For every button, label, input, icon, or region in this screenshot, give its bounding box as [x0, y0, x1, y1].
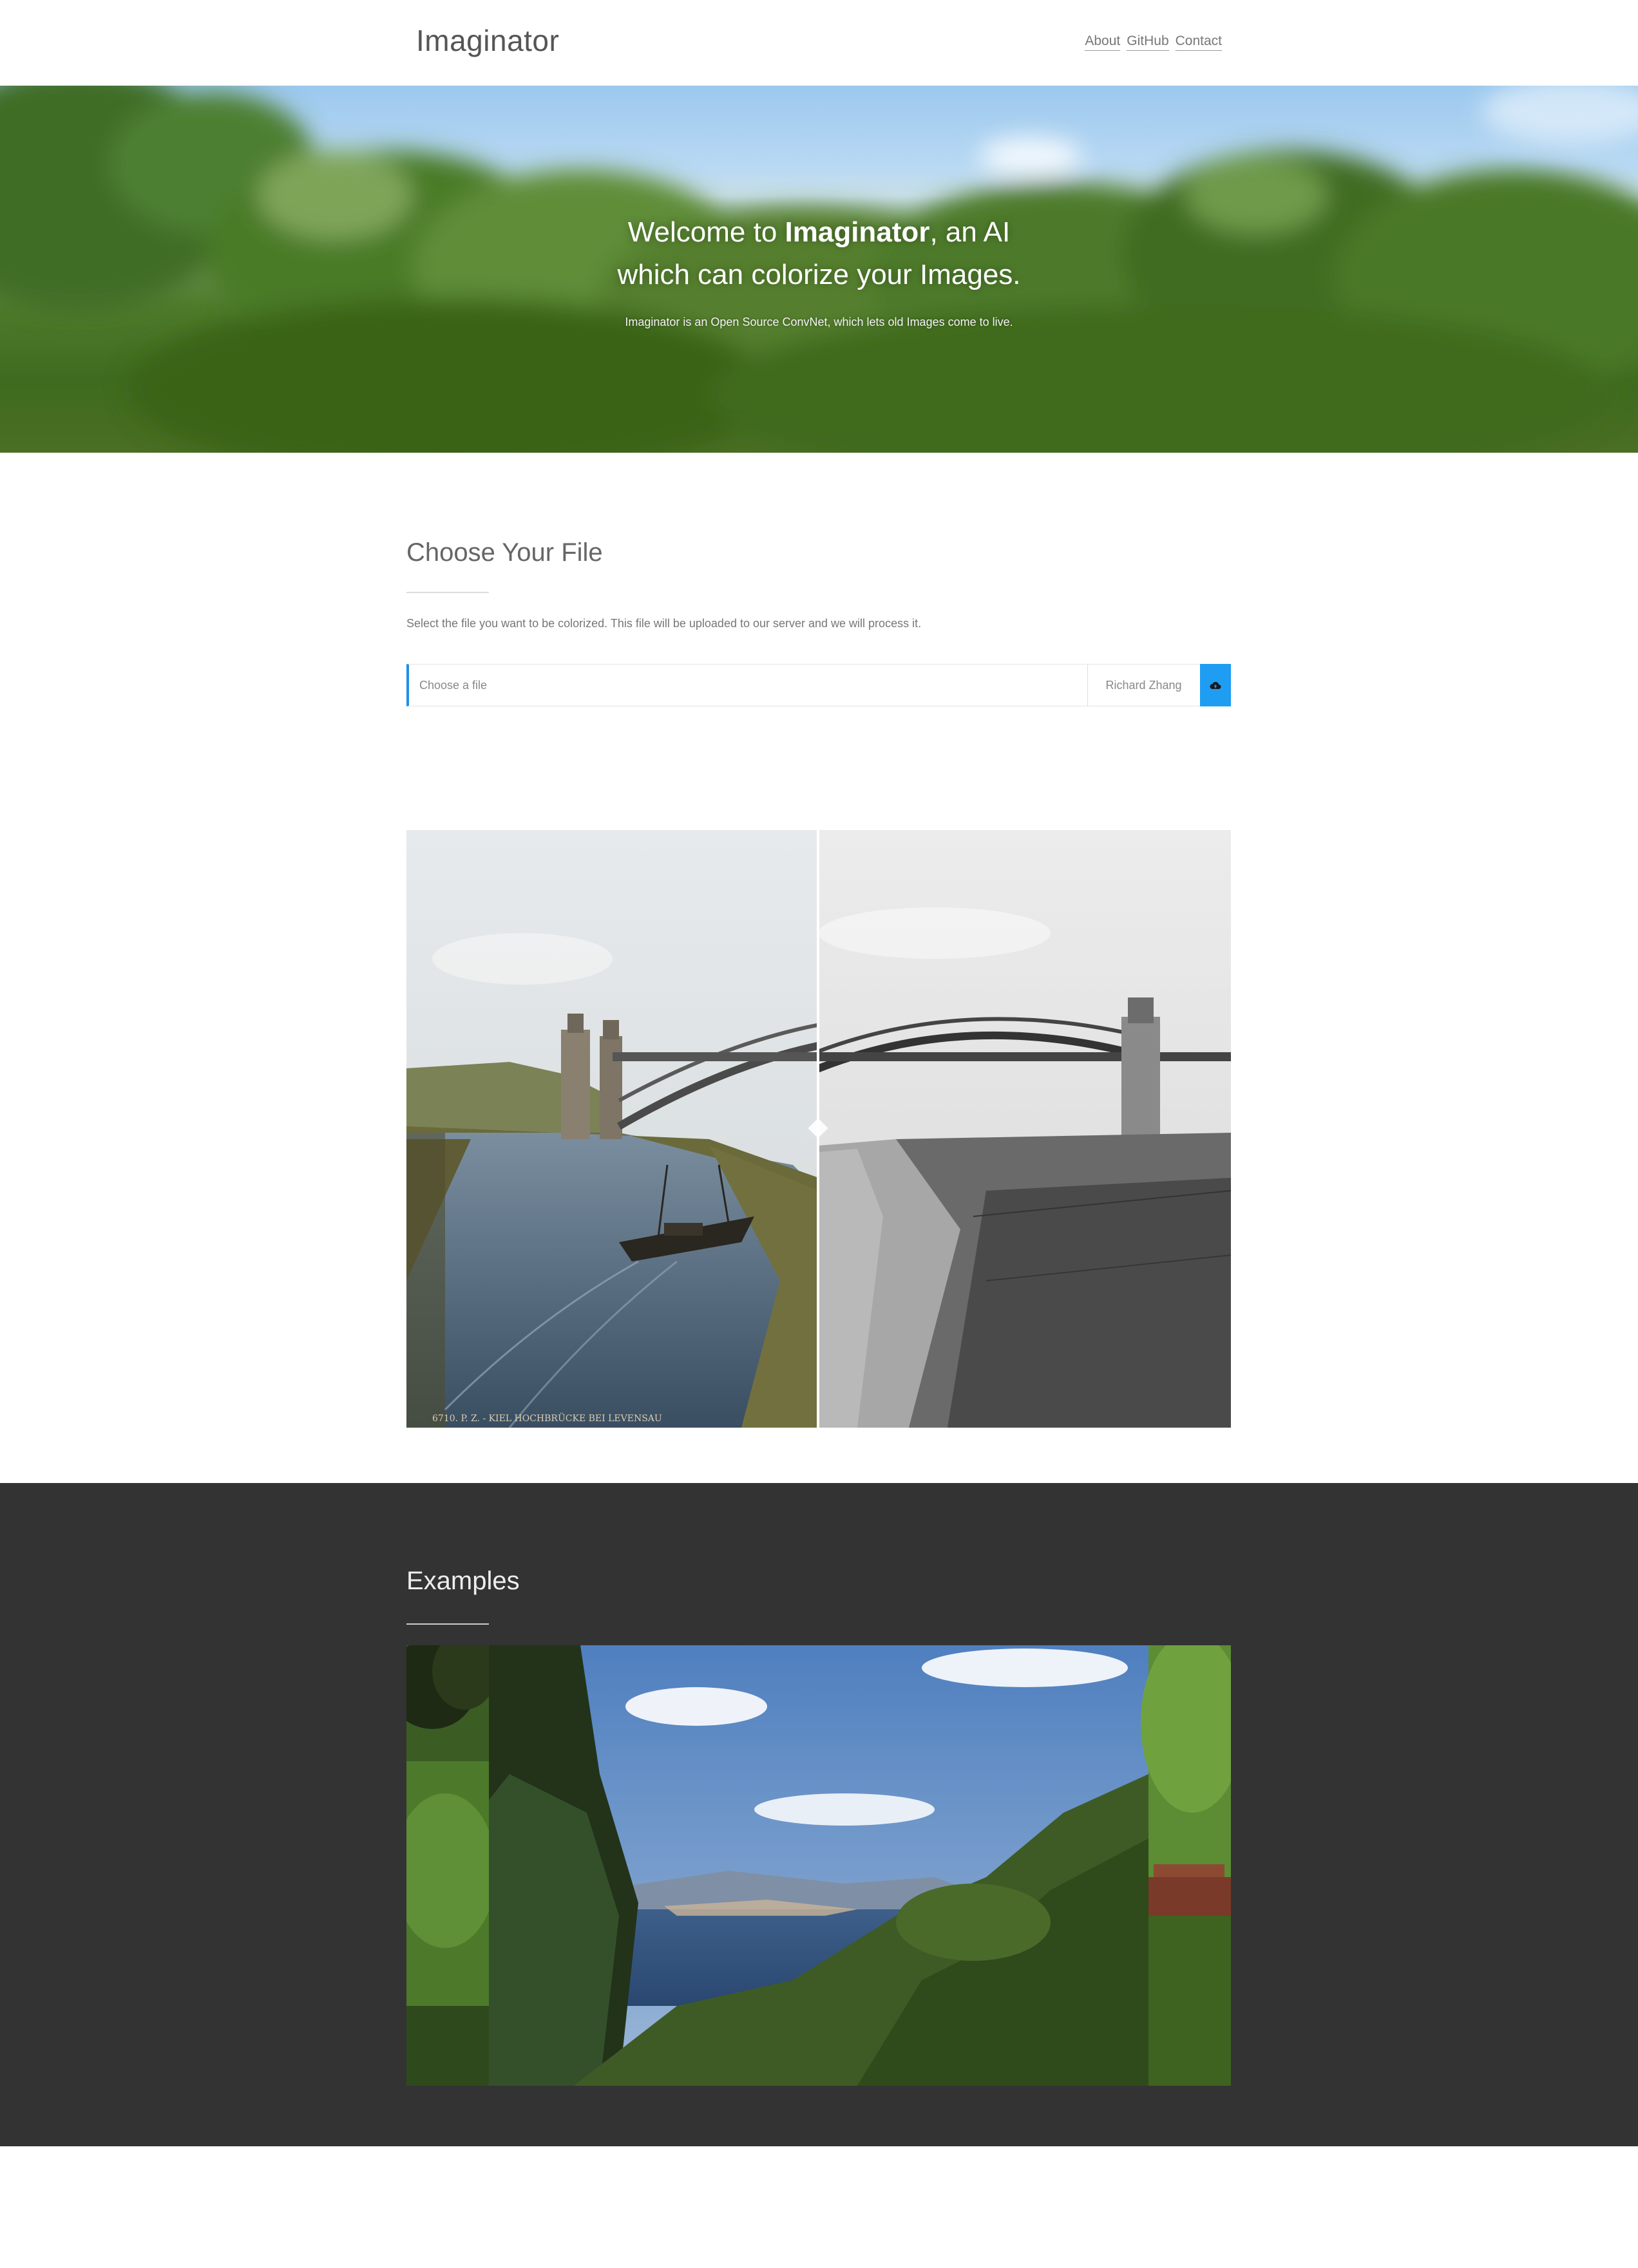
hero-title-line2: which can colorize your Images.	[617, 259, 1021, 290]
file-name-label[interactable]: Richard Zhang	[1087, 665, 1199, 706]
top-nav: About GitHub Contact	[1085, 33, 1222, 51]
choose-file-heading: Choose Your File	[406, 538, 603, 567]
examples-heading-divider	[406, 1623, 489, 1625]
hero-title-brand: Imaginator	[785, 216, 930, 248]
hero-title-suffix: , an AI	[929, 216, 1011, 248]
site-brand[interactable]: Imaginator	[416, 23, 559, 58]
before-after-compare[interactable]: 6710. P. Z. - KIEL HOCHBRÜCKE BEI LEVENS…	[406, 830, 1231, 1428]
file-input-placeholder: Choose a file	[419, 679, 488, 692]
hero-title: Welcome to Imaginator, an AI which can c…	[0, 211, 1638, 296]
upload-description: Select the file you want to be colorized…	[406, 617, 922, 630]
nav-link-contact[interactable]: Contact	[1175, 33, 1222, 51]
examples-heading: Examples	[406, 1567, 520, 1595]
examples-carousel[interactable]	[406, 1645, 1231, 2086]
photo-caption: 6710. P. Z. - KIEL HOCHBRÜCKE BEI LEVENS…	[432, 1412, 662, 1424]
examples-carousel-image	[406, 1645, 1231, 2086]
nav-link-github[interactable]: GitHub	[1127, 33, 1169, 51]
hero-title-prefix: Welcome to	[627, 216, 785, 248]
nav-link-about[interactable]: About	[1085, 33, 1121, 51]
cloud-upload-icon	[1210, 681, 1221, 689]
top-navbar: Imaginator About GitHub Contact	[0, 0, 1638, 86]
upload-button[interactable]	[1200, 664, 1231, 706]
examples-section: Examples	[0, 1483, 1638, 2146]
hero-subtitle: Imaginator is an Open Source ConvNet, wh…	[625, 316, 1013, 328]
hero-text: Welcome to Imaginator, an AI which can c…	[0, 211, 1638, 329]
hero-banner: Welcome to Imaginator, an AI which can c…	[0, 86, 1638, 453]
heading-divider	[406, 592, 489, 593]
file-input[interactable]: Choose a file Richard Zhang	[406, 664, 1231, 706]
